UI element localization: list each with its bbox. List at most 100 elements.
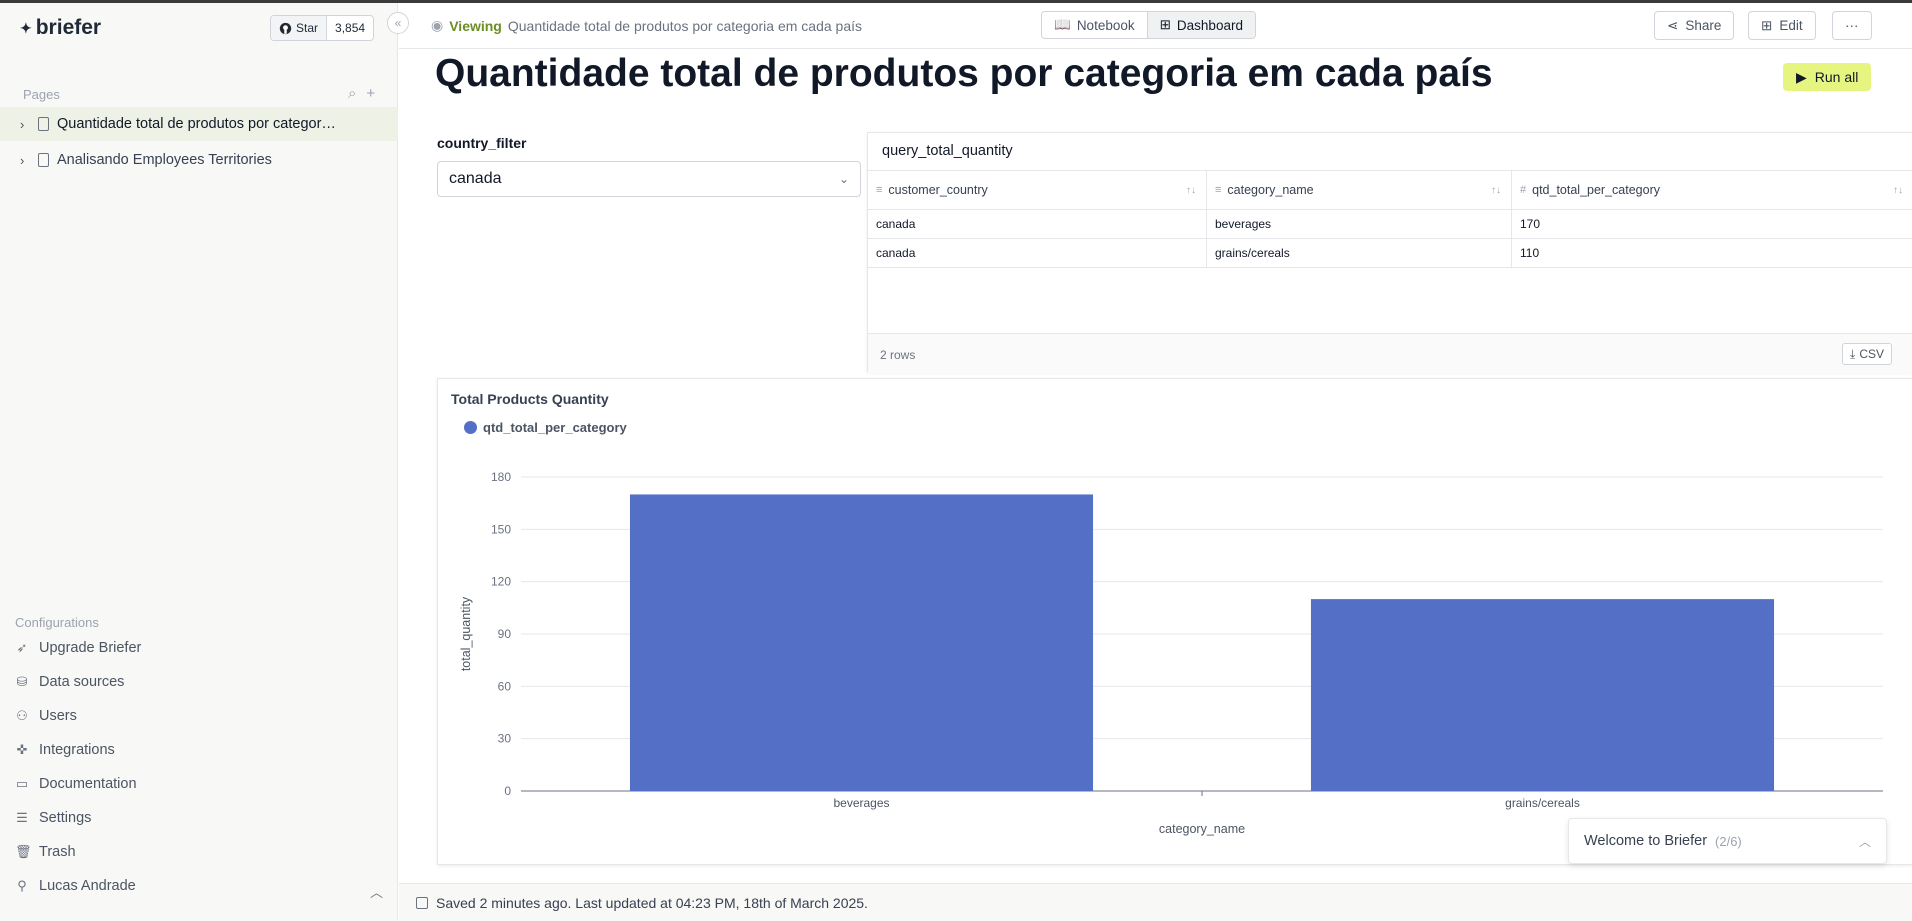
document-icon xyxy=(38,153,49,167)
topbar: ◉ Viewing Quantidade total de produtos p… xyxy=(399,3,1912,49)
search-icon[interactable]: ⌕ xyxy=(348,85,356,102)
tab-notebook[interactable]: 📖 Notebook xyxy=(1042,12,1147,38)
sidebar-page-item[interactable]: › Quantidade total de produtos por categ… xyxy=(0,107,398,141)
sparkle-icon: ✦ xyxy=(20,19,32,36)
rocket-icon: ➶ xyxy=(16,640,28,655)
table-cell[interactable]: beverages xyxy=(1207,210,1512,238)
table-cell[interactable]: grains/cereals xyxy=(1207,239,1512,267)
github-icon xyxy=(279,22,292,34)
trash-icon: 🗑 xyxy=(15,844,32,859)
column-header[interactable]: # qtd_total_per_category ↑↓ xyxy=(1512,171,1912,209)
download-csv-button[interactable]: ⤓ CSV xyxy=(1842,343,1892,365)
tab-notebook-label: Notebook xyxy=(1076,17,1135,33)
sliders-icon: ☰ xyxy=(16,810,28,825)
eye-icon: ◉ xyxy=(431,17,444,33)
text-type-icon: ≡ xyxy=(1215,184,1222,196)
y-tick-label: 150 xyxy=(491,522,511,536)
sidebar-item-documentation[interactable]: ▭ Documentation xyxy=(15,776,137,792)
table-cell[interactable]: 170 xyxy=(1512,210,1912,238)
sidebar-item-settings[interactable]: ☰ Settings xyxy=(15,810,91,826)
double-chevron-left-icon: « xyxy=(394,16,402,30)
more-label: ··· xyxy=(1845,18,1859,33)
x-axis-label: category_name xyxy=(1159,822,1245,836)
tab-dashboard-label: Dashboard xyxy=(1176,17,1243,33)
book-open-icon: 📖 xyxy=(1054,17,1071,32)
sort-icon[interactable]: ↑↓ xyxy=(1893,185,1903,196)
save-status-text: Saved 2 minutes ago. Last updated at 04:… xyxy=(436,894,868,911)
table-cell[interactable]: 110 xyxy=(1512,239,1912,267)
welcome-widget[interactable]: Welcome to Briefer (2/6) ︿ xyxy=(1568,818,1887,864)
add-page-icon[interactable]: + xyxy=(366,85,375,102)
x-tick-label: beverages xyxy=(833,796,889,810)
viewing-indicator: ◉ Viewing Quantidade total de produtos p… xyxy=(431,17,862,34)
y-tick-label: 30 xyxy=(498,732,512,746)
user-icon: ⚲ xyxy=(17,878,27,893)
book-icon: ▭ xyxy=(15,776,29,791)
y-tick-label: 120 xyxy=(491,575,511,589)
github-star-count: 3,854 xyxy=(335,21,366,35)
sidebar-user[interactable]: ⚲ Lucas Andrade xyxy=(15,878,136,894)
sidebar-item-label: Integrations xyxy=(39,742,115,758)
run-all-label: Run all xyxy=(1814,69,1859,85)
sidebar-page-label: Quantidade total de produtos por categor… xyxy=(57,116,337,132)
y-tick-label: 90 xyxy=(498,627,512,641)
pages-tools: ⌕ + xyxy=(348,85,375,102)
play-icon: ▶ xyxy=(1796,68,1807,85)
chevron-down-icon: ⌄ xyxy=(838,172,849,186)
status-bar: Saved 2 minutes ago. Last updated at 04:… xyxy=(399,883,1912,921)
viewing-title: Quantidade total de produtos por categor… xyxy=(507,17,862,34)
chart-panel: Total Products Quantity qtd_total_per_ca… xyxy=(437,378,1912,865)
github-star-button[interactable]: Star xyxy=(271,16,328,40)
share-button[interactable]: ⋖ Share xyxy=(1654,11,1735,40)
sidebar-item-label: Upgrade Briefer xyxy=(39,640,142,656)
sidebar-page-item[interactable]: › Analisando Employees Territories xyxy=(0,143,398,177)
table-cell[interactable]: canada xyxy=(868,239,1207,267)
y-axis-label: total_quantity xyxy=(459,596,473,671)
bar-chart: 0 30 60 90 120 150 180 beverages grains/cereals c… xyxy=(459,470,1883,836)
sidebar-item-integrations[interactable]: ✜ Integrations xyxy=(15,742,115,758)
x-tick-label: grains/cereals xyxy=(1505,796,1580,810)
edit-label: Edit xyxy=(1779,18,1803,33)
viewing-label: Viewing xyxy=(449,17,502,34)
column-name: qtd_total_per_category xyxy=(1532,183,1660,197)
download-icon: ⤓ xyxy=(1850,346,1856,361)
bar xyxy=(629,494,1094,791)
welcome-label: Welcome to Briefer xyxy=(1584,833,1708,849)
sidebar-item-label: Data sources xyxy=(39,674,125,690)
text-type-icon: ≡ xyxy=(876,184,883,196)
chevron-right-icon[interactable]: › xyxy=(20,153,30,168)
country-filter-select[interactable]: canada ⌄ xyxy=(437,161,861,197)
more-options-button[interactable]: ··· xyxy=(1832,11,1872,40)
column-header[interactable]: ≡ category_name ↑↓ xyxy=(1207,171,1512,209)
y-tick-label: 180 xyxy=(491,470,511,484)
column-name: category_name xyxy=(1227,183,1314,197)
query-result-panel: query_total_quantity ≡ customer_country ↑↓… xyxy=(867,132,1912,373)
chevron-up-icon[interactable]: ︿ xyxy=(1859,833,1871,850)
tab-dashboard[interactable]: ⊞ Dashboard xyxy=(1146,12,1255,38)
chevron-right-icon[interactable]: › xyxy=(20,117,30,132)
edit-button[interactable]: ⊞ Edit xyxy=(1748,11,1816,40)
query-name: query_total_quantity xyxy=(882,143,1013,159)
sidebar-item-users[interactable]: ⚇ Users xyxy=(15,708,77,724)
document-icon xyxy=(38,117,49,131)
row-count: 2 rows xyxy=(880,348,916,362)
chevron-up-icon[interactable]: ︿ xyxy=(370,882,383,901)
sidebar-item-data-sources[interactable]: ⛁ Data sources xyxy=(15,674,125,690)
table-cell[interactable]: canada xyxy=(868,210,1207,238)
table-footer: 2 rows ⤓ CSV xyxy=(868,333,1912,373)
sidebar-item-trash[interactable]: 🗑 Trash xyxy=(15,844,76,860)
sidebar-item-upgrade[interactable]: ➶ Upgrade Briefer xyxy=(15,640,142,656)
grid-icon: ⊞ xyxy=(1159,17,1171,32)
github-star-label: Star xyxy=(296,21,319,35)
github-star-widget[interactable]: Star 3,854 xyxy=(270,15,375,41)
run-all-button[interactable]: ▶ Run all xyxy=(1783,63,1872,91)
filter-label: country_filter xyxy=(437,135,527,151)
user-name: Lucas Andrade xyxy=(39,878,136,894)
briefer-logo[interactable]: ✦ briefer xyxy=(20,16,101,40)
column-header[interactable]: ≡ customer_country ↑↓ xyxy=(868,171,1207,209)
collapse-sidebar-button[interactable]: « xyxy=(387,12,409,34)
number-type-icon: # xyxy=(1520,184,1527,196)
sort-icon[interactable]: ↑↓ xyxy=(1491,185,1501,196)
sort-icon[interactable]: ↑↓ xyxy=(1186,185,1196,196)
puzzle-icon: ✜ xyxy=(16,742,28,757)
